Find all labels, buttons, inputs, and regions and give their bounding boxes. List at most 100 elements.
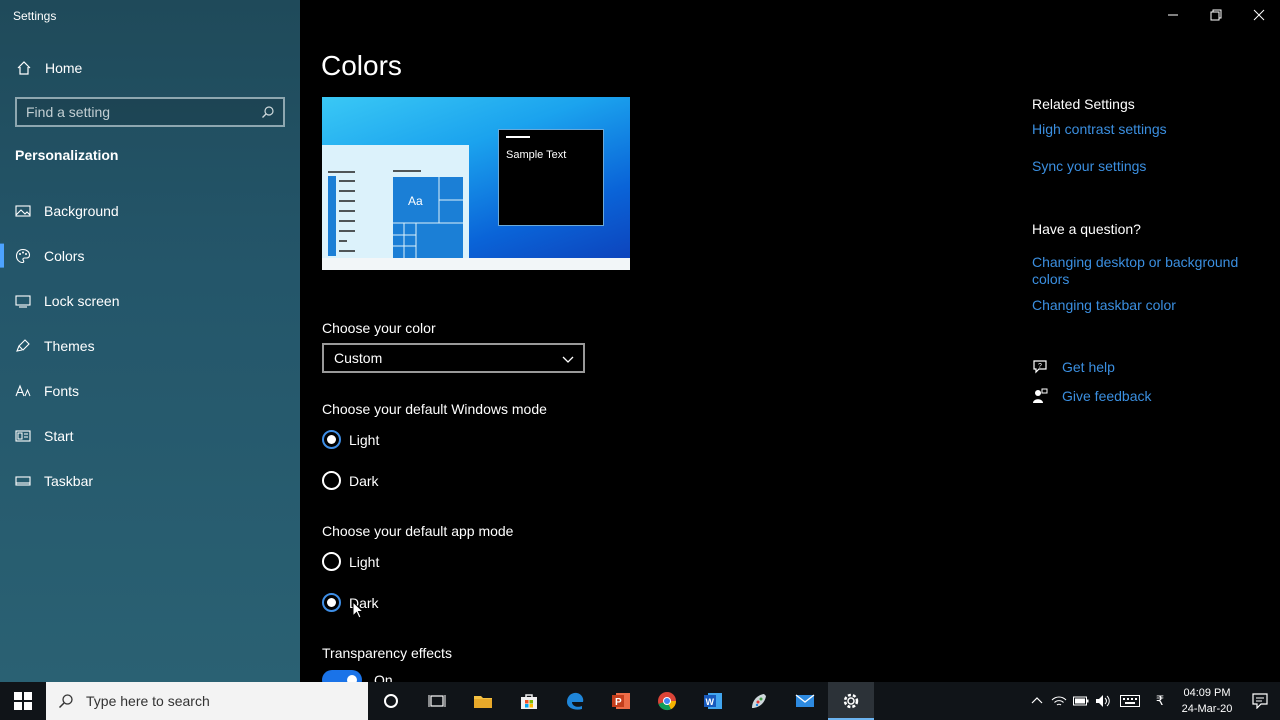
cortana-button[interactable] — [368, 682, 414, 720]
give-feedback-label: Give feedback — [1062, 388, 1152, 404]
choose-color-dropdown[interactable]: Custom — [322, 343, 585, 373]
search-input[interactable] — [26, 104, 256, 120]
sidebar-item-colors[interactable]: Colors — [0, 233, 300, 278]
taskbar-search-input[interactable] — [86, 693, 356, 709]
mail-button[interactable] — [782, 682, 828, 720]
windows-mode-light-radio[interactable]: Light — [322, 430, 379, 449]
radio-indicator — [322, 552, 341, 571]
page-title: Colors — [321, 50, 402, 81]
sidebar-item-themes[interactable]: Themes — [0, 323, 300, 368]
battery-button[interactable] — [1070, 682, 1092, 720]
app-mode-label: Choose your default app mode — [322, 523, 514, 539]
paint-button[interactable] — [736, 682, 782, 720]
sidebar-item-label: Themes — [44, 337, 95, 354]
wifi-icon — [1051, 696, 1067, 706]
changing-background-link[interactable]: Changing desktop or background colors — [1032, 254, 1242, 288]
file-explorer-icon — [474, 696, 492, 708]
radio-indicator — [322, 593, 341, 612]
show-hidden-icons-button[interactable] — [1026, 682, 1048, 720]
minimize-icon — [1167, 14, 1178, 16]
svg-text:?: ? — [1038, 363, 1042, 370]
file-explorer-button[interactable] — [460, 682, 506, 720]
search-icon[interactable] — [261, 105, 275, 119]
windows-mode-dark-radio[interactable]: Dark — [322, 471, 379, 490]
start-button[interactable] — [0, 682, 46, 720]
sidebar-item-label: Lock screen — [44, 292, 120, 309]
sidebar-item-start[interactable]: Start — [0, 413, 300, 458]
settings-window: Settings Home Personalization Background… — [0, 0, 1280, 690]
word-icon: W — [704, 693, 722, 709]
sidebar-item-lock-screen[interactable]: Lock screen — [0, 278, 300, 323]
taskbar-apps: P W — [368, 682, 874, 720]
home-icon — [17, 61, 31, 75]
preview-start-menu-icon: Aa — [328, 170, 463, 258]
color-preview: Aa Sample Text — [322, 97, 630, 270]
chrome-button[interactable] — [644, 682, 690, 720]
close-button[interactable] — [1237, 0, 1280, 30]
sidebar-item-taskbar[interactable]: Taskbar — [0, 458, 300, 503]
start-icon — [15, 429, 31, 442]
radio-indicator — [322, 471, 341, 490]
powerpoint-button[interactable]: P — [598, 682, 644, 720]
minimize-button[interactable] — [1151, 0, 1194, 30]
sidebar-item-label: Background — [44, 202, 119, 219]
taskbar-search[interactable] — [46, 682, 368, 720]
task-view-button[interactable] — [414, 682, 460, 720]
find-setting-search[interactable] — [15, 97, 285, 127]
give-feedback-link[interactable]: Give feedback — [1032, 388, 1152, 404]
sync-settings-link[interactable]: Sync your settings — [1032, 158, 1242, 175]
chrome-icon — [658, 692, 677, 711]
svg-text:W: W — [706, 697, 715, 707]
sidebar-item-fonts[interactable]: Fonts — [0, 368, 300, 413]
picture-icon — [15, 204, 31, 217]
sidebar-item-label: Fonts — [44, 382, 80, 399]
transparency-label: Transparency effects — [322, 645, 452, 661]
font-icon — [15, 384, 31, 396]
sidebar-item-label: Start — [44, 427, 74, 444]
store-button[interactable] — [506, 682, 552, 720]
close-icon — [1253, 9, 1264, 21]
preview-light-window: Aa — [322, 145, 469, 258]
sidebar-item-background[interactable]: Background — [0, 188, 300, 233]
notification-icon — [1252, 693, 1268, 709]
related-settings-heading: Related Settings — [1032, 96, 1135, 112]
sidebar-home[interactable]: Home — [0, 56, 300, 80]
palette-icon — [15, 248, 31, 263]
taskbar: P W ₹ 04:09 PM 24-Mar-20 — [0, 682, 1280, 720]
network-button[interactable] — [1048, 682, 1070, 720]
clock[interactable]: 04:09 PM 24-Mar-20 — [1174, 685, 1240, 717]
edge-button[interactable] — [552, 682, 598, 720]
word-button[interactable]: W — [690, 682, 736, 720]
volume-button[interactable] — [1092, 682, 1114, 720]
volume-icon — [1096, 695, 1110, 707]
task-view-icon — [428, 695, 446, 707]
get-help-link[interactable]: ? Get help — [1032, 359, 1115, 375]
cortana-icon — [384, 694, 398, 708]
sidebar-item-label: Colors — [44, 247, 85, 264]
taskbar-icon — [15, 475, 31, 486]
sidebar: Settings Home Personalization Background… — [0, 0, 300, 682]
get-help-label: Get help — [1062, 359, 1115, 375]
input-language-button[interactable]: ₹ — [1146, 682, 1174, 720]
settings-taskbar-button[interactable] — [828, 682, 874, 720]
touch-keyboard-button[interactable] — [1114, 682, 1146, 720]
restore-button[interactable] — [1194, 0, 1237, 30]
app-mode-light-radio[interactable]: Light — [322, 552, 379, 571]
chevron-down-icon — [562, 356, 574, 363]
battery-icon — [1073, 696, 1089, 706]
windows-logo-icon — [14, 692, 32, 710]
window-controls — [1151, 0, 1280, 30]
high-contrast-link[interactable]: High contrast settings — [1032, 121, 1242, 138]
changing-taskbar-link[interactable]: Changing taskbar color — [1032, 297, 1242, 314]
action-center-button[interactable] — [1240, 682, 1280, 720]
radio-label: Dark — [349, 472, 379, 489]
settings-icon — [843, 693, 859, 709]
have-question-heading: Have a question? — [1032, 221, 1141, 237]
choose-color-value: Custom — [334, 350, 383, 366]
app-mode-dark-radio[interactable]: Dark — [322, 593, 379, 612]
edge-icon — [567, 692, 584, 710]
radio-label: Light — [349, 431, 380, 448]
chevron-up-icon — [1031, 697, 1043, 704]
paint-icon — [752, 694, 766, 708]
lock-screen-icon — [15, 294, 31, 308]
